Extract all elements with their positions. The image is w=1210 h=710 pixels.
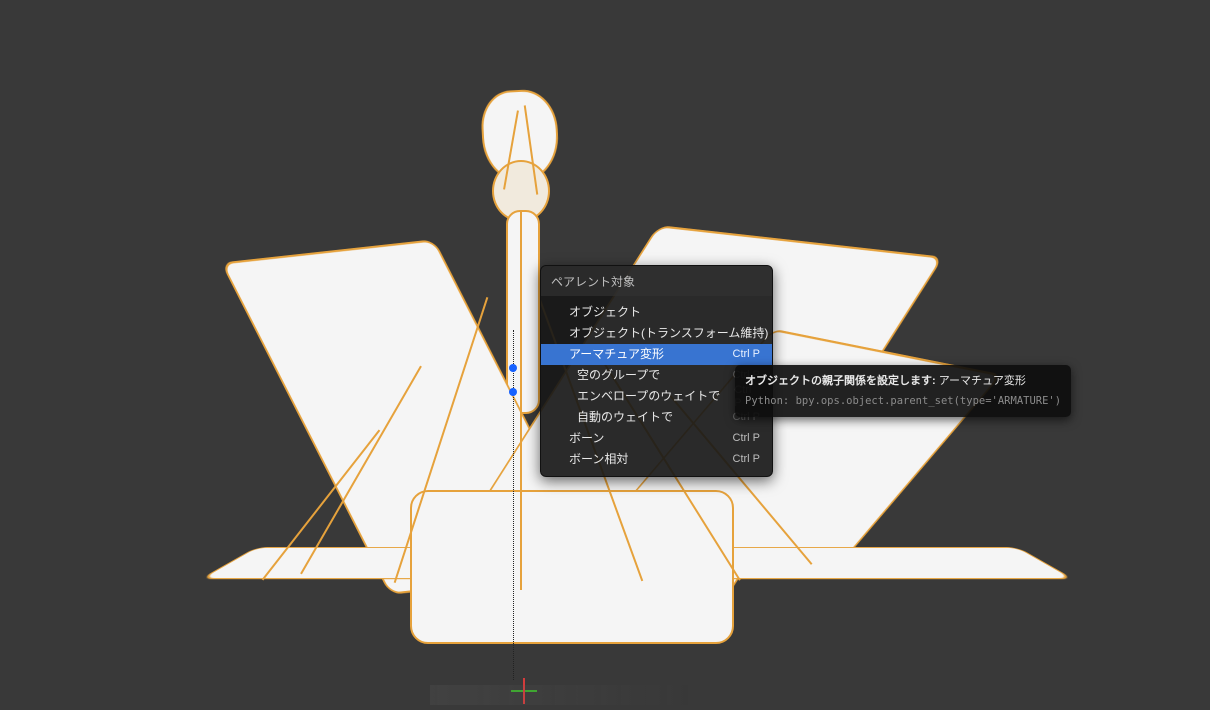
menu-item-shortcut: Ctrl P	[733, 348, 761, 361]
menu-item-label: 空のグループで	[577, 369, 719, 382]
menu-item-object[interactable]: オブジェクト	[541, 302, 772, 323]
menu-item-shortcut: Ctrl P	[733, 432, 761, 445]
menu-item-label: ボーン相対	[569, 453, 719, 466]
tooltip-python: Python: bpy.ops.object.parent_set(type='…	[745, 393, 1061, 409]
tooltip-description: オブジェクトの親子関係を設定します: アーマチュア変形	[745, 373, 1061, 389]
operator-tooltip: オブジェクトの親子関係を設定します: アーマチュア変形 Python: bpy.…	[735, 365, 1071, 417]
menu-item-label: オブジェクト(トランスフォーム維持)	[569, 327, 768, 340]
menu-item-bone-relative[interactable]: ボーン相対 Ctrl P	[541, 449, 772, 470]
menu-item-object-keep-transform[interactable]: オブジェクト(トランスフォーム維持)	[541, 323, 772, 344]
menu-item-label: 自動のウェイトで	[577, 411, 719, 424]
menu-item-shortcut: Ctrl P	[733, 453, 761, 466]
menu-item-bone[interactable]: ボーン Ctrl P	[541, 428, 772, 449]
viewport-3d[interactable]: ペアレント対象 オブジェクト オブジェクト(トランスフォーム維持) アーマチュア…	[0, 0, 1210, 710]
menu-item-label: アーマチュア変形	[569, 348, 719, 361]
menu-item-label: エンベロープのウェイトで	[577, 390, 720, 403]
context-menu-title: ペアレント対象	[541, 266, 772, 296]
menu-item-label: ボーン	[569, 432, 719, 445]
floor-grid	[430, 685, 690, 705]
menu-item-armature-deform[interactable]: アーマチュア変形 Ctrl P	[541, 344, 772, 365]
menu-item-label: オブジェクト	[569, 306, 746, 319]
